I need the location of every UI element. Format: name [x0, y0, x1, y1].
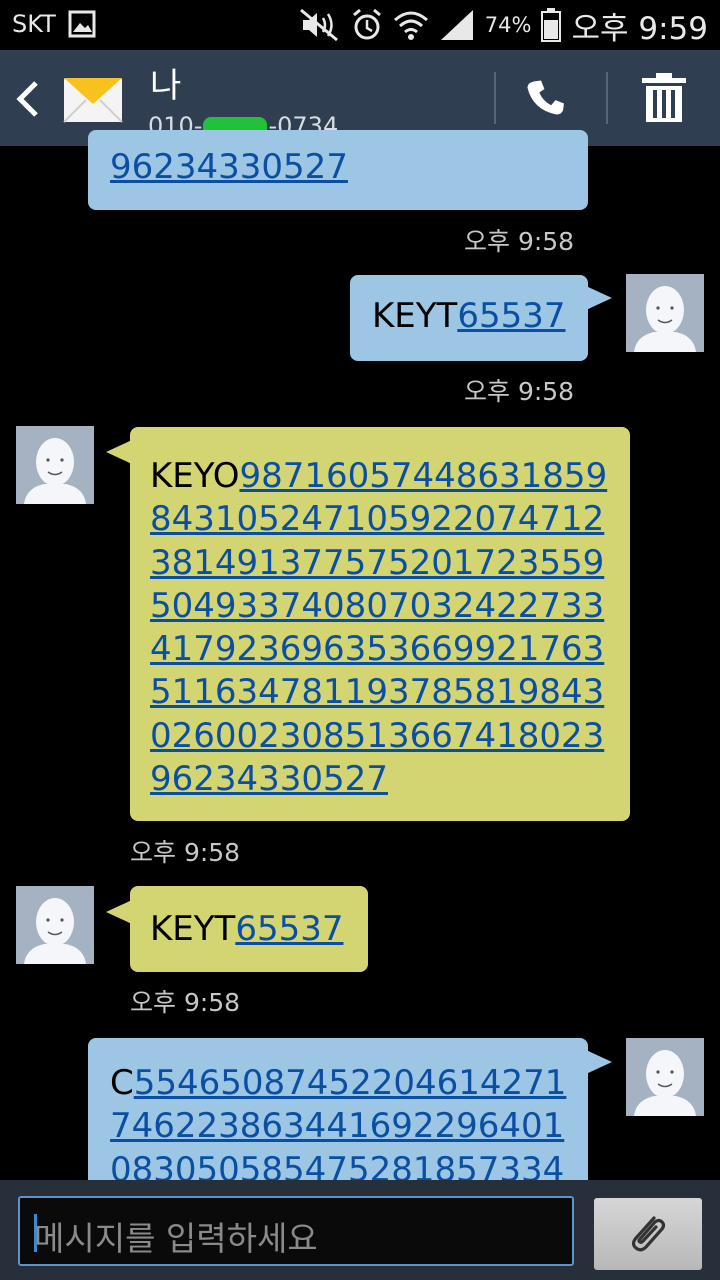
message-bubble[interactable]: 96234330527: [88, 130, 588, 210]
message-number-link[interactable]: 083050585475281857334: [110, 1150, 564, 1180]
message-prefix: KEYT: [150, 909, 236, 949]
bubble-tail: [106, 900, 132, 924]
message-number-link[interactable]: 84310524710592207471​2: [150, 499, 604, 539]
message-timestamp: 오후 9:58: [130, 988, 241, 1017]
message-number-link[interactable]: 554650874522046142​71: [134, 1063, 567, 1103]
signal-icon: [440, 10, 473, 40]
carrier-label: SKT: [12, 10, 56, 38]
message-number-link[interactable]: 65537: [235, 909, 343, 949]
message-number-link[interactable]: 41792369635366992176​3: [150, 629, 604, 669]
status-bar: SKT 74% 오후 9:59: [0, 0, 720, 50]
battery-icon: [541, 8, 562, 42]
bubble-tail: [106, 440, 132, 464]
gallery-icon: [68, 10, 96, 38]
message-prefix: KEYO: [150, 456, 240, 496]
message-input[interactable]: 메시지를 입력하세요: [18, 1196, 574, 1266]
message-timestamp: 오후 9:58: [464, 227, 575, 256]
person-icon: [16, 426, 94, 504]
trash-icon[interactable]: [638, 72, 690, 124]
battery-percent: 74%: [484, 13, 532, 37]
message-prefix: C: [110, 1063, 134, 1103]
message-number-link[interactable]: 746223863441692296401: [110, 1106, 564, 1146]
paperclip-icon: [631, 1216, 666, 1252]
message-prefix: KEYT: [372, 296, 458, 336]
message-input-placeholder: 메시지를 입력하세요: [34, 1219, 318, 1258]
avatar[interactable]: [626, 274, 704, 352]
message-bubble[interactable]: C554650874522046142​71 74622386344169229…: [88, 1038, 588, 1180]
avatar[interactable]: [16, 426, 94, 504]
mute-icon: [299, 8, 338, 42]
divider: [606, 72, 608, 124]
person-icon: [16, 886, 94, 964]
envelope-icon: [63, 78, 123, 123]
message-number-link[interactable]: 96234330527: [110, 147, 348, 187]
message-number-link[interactable]: 96234330527: [150, 759, 388, 799]
back-icon[interactable]: [14, 80, 42, 118]
wifi-icon: [393, 11, 428, 40]
message-number-link[interactable]: 50493374080703242273​3: [150, 586, 604, 626]
avatar[interactable]: [16, 886, 94, 964]
status-time: 오후 9:59: [571, 10, 708, 47]
call-icon[interactable]: [522, 76, 574, 124]
bubble-tail: [586, 1050, 612, 1074]
message-number-link[interactable]: 02600230851366741802​3: [150, 716, 604, 756]
message-bubble[interactable]: KEYT65537: [130, 886, 368, 972]
divider: [494, 72, 496, 124]
contact-name: 나: [150, 66, 182, 106]
person-icon: [626, 1038, 704, 1116]
composer-bar: 메시지를 입력하세요: [0, 1180, 720, 1280]
avatar[interactable]: [626, 1038, 704, 1116]
message-timestamp: 오후 9:58: [130, 838, 241, 867]
message-number-link[interactable]: 98716057448631859: [239, 456, 607, 496]
message-number-link[interactable]: 65537: [457, 296, 565, 336]
message-number-link[interactable]: 51163478119378581984​3: [150, 672, 604, 712]
message-bubble[interactable]: KEYO98716057448631859 843105247105922074…: [130, 427, 630, 821]
person-icon: [626, 274, 704, 352]
alarm-icon: [352, 8, 381, 40]
message-number-link[interactable]: 38149137757520172355​9: [150, 543, 604, 583]
message-timestamp: 오후 9:58: [464, 377, 575, 406]
attach-button[interactable]: [594, 1198, 702, 1270]
message-bubble[interactable]: KEYT65537: [350, 275, 588, 361]
bubble-tail: [586, 286, 612, 310]
